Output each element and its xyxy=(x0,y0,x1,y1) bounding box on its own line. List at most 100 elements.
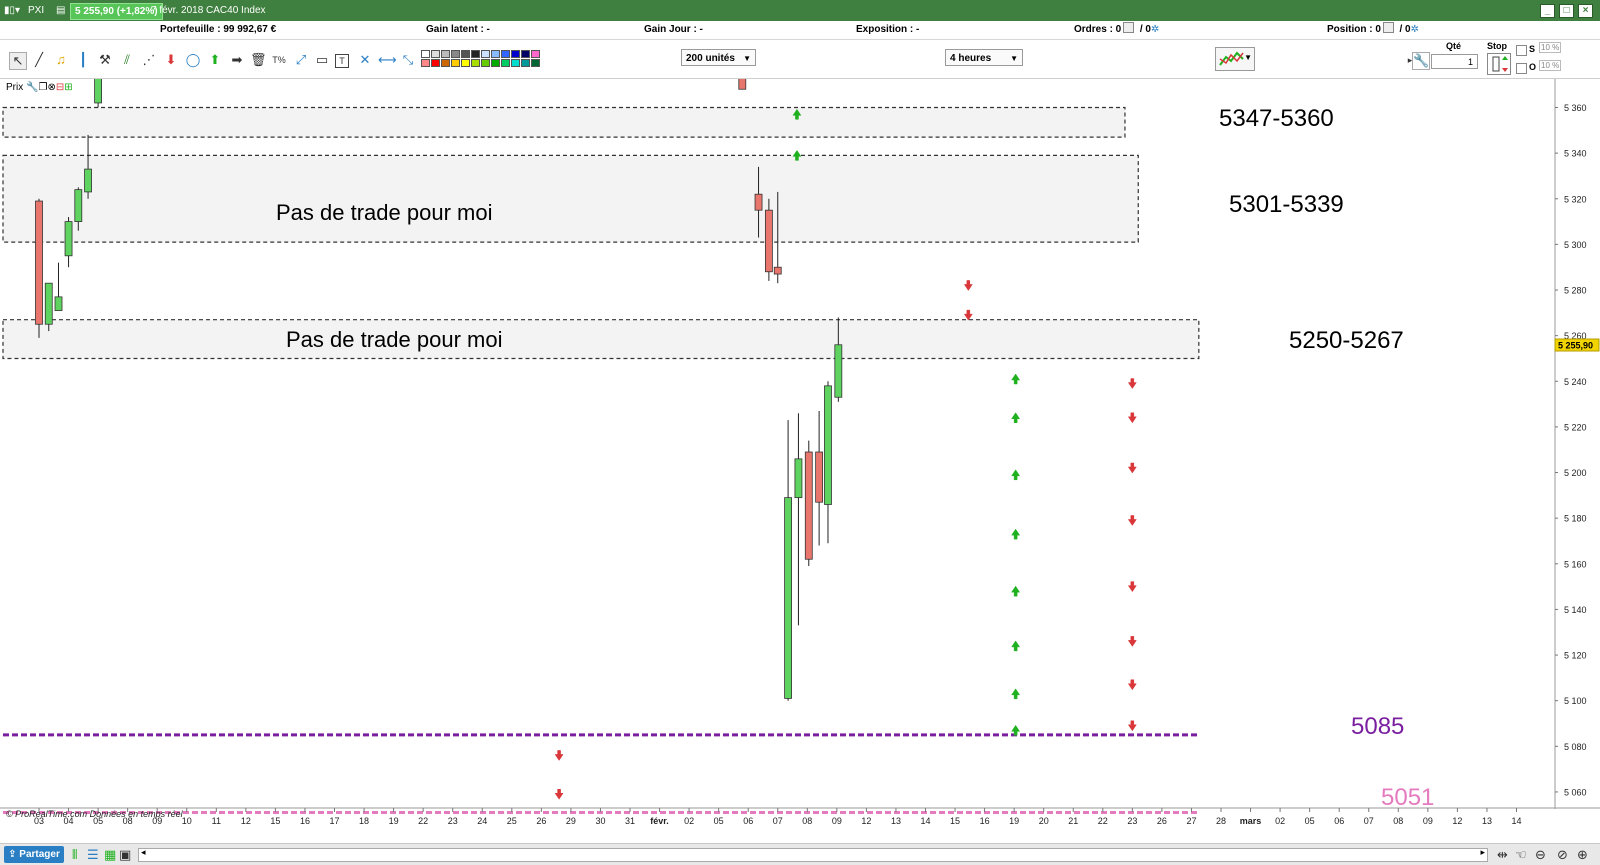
percent-tool-icon[interactable]: T% xyxy=(271,52,287,68)
wrench-icon[interactable]: 🔧 xyxy=(1412,52,1430,70)
candle[interactable] xyxy=(794,458,803,499)
rectangle-icon[interactable]: ▭ xyxy=(314,52,330,68)
alert-bell-icon[interactable]: ♫ xyxy=(53,52,69,68)
buy-arrow-icon[interactable] xyxy=(1011,412,1021,424)
position-settings-icon[interactable]: ✲ xyxy=(1411,24,1419,35)
color-swatch[interactable] xyxy=(481,50,490,58)
s-checkbox[interactable] xyxy=(1516,45,1527,56)
sell-arrow-icon[interactable] xyxy=(1127,679,1137,691)
text-tool-icon[interactable]: T xyxy=(335,54,349,68)
wrench-icon[interactable]: 🔧 xyxy=(26,82,38,93)
buy-arrow-icon[interactable] xyxy=(1011,688,1021,700)
stop-order-button[interactable] xyxy=(1487,53,1511,75)
candle[interactable] xyxy=(84,168,92,193)
orders-settings-icon[interactable]: ✲ xyxy=(1151,24,1159,35)
close-icon[interactable]: ⊗ xyxy=(47,82,55,93)
color-swatch[interactable] xyxy=(501,59,510,67)
fit-icon[interactable]: ⇹ xyxy=(1497,846,1508,863)
zoom-fit-icon[interactable]: ⊘ xyxy=(1557,846,1568,863)
sell-arrow-icon[interactable] xyxy=(1127,462,1137,474)
color-swatch[interactable] xyxy=(491,59,500,67)
buy-icon[interactable]: ⊞ xyxy=(64,82,72,93)
calendar-icon[interactable]: ▣ xyxy=(119,846,131,863)
color-swatch[interactable] xyxy=(451,50,460,58)
segment-icon[interactable]: ⤢ xyxy=(293,52,309,68)
window-icon[interactable]: ▮▯▾ xyxy=(4,0,20,21)
s-percent[interactable]: 10 % xyxy=(1539,42,1562,53)
color-swatch[interactable] xyxy=(531,50,540,58)
color-swatch[interactable] xyxy=(421,59,430,67)
buy-arrow-icon[interactable] xyxy=(1011,373,1021,385)
color-swatch[interactable] xyxy=(511,59,520,67)
color-swatch[interactable] xyxy=(471,50,480,58)
color-swatch[interactable] xyxy=(511,50,520,58)
sell-arrow-icon[interactable]: ⬇ xyxy=(163,52,179,68)
candle[interactable] xyxy=(764,209,773,273)
close-icon[interactable]: × xyxy=(1578,4,1593,18)
list-icon[interactable]: ▤ xyxy=(56,0,65,21)
timeframe-select[interactable]: 4 heures ▼ xyxy=(945,49,1023,66)
candle[interactable] xyxy=(738,79,747,90)
sell-arrow-icon[interactable] xyxy=(1127,720,1137,732)
orders-icon[interactable] xyxy=(1123,22,1135,33)
color-swatch[interactable] xyxy=(441,59,450,67)
minimize-icon[interactable]: _ xyxy=(1540,4,1555,18)
chart-list-icon[interactable]: ☰ xyxy=(87,846,99,863)
add-chart-icon[interactable]: ▦ xyxy=(104,846,116,863)
buy-arrow-icon[interactable] xyxy=(1011,640,1021,652)
candle[interactable] xyxy=(834,344,843,398)
candle[interactable] xyxy=(54,296,63,311)
sell-arrow-icon[interactable] xyxy=(963,280,973,291)
indicator-icon[interactable]: ⫴ xyxy=(72,846,77,863)
candle[interactable] xyxy=(74,189,83,222)
instrument-name[interactable]: PXI xyxy=(28,0,44,21)
o-checkbox[interactable] xyxy=(1516,63,1527,74)
candle[interactable] xyxy=(784,497,792,699)
candle[interactable] xyxy=(35,200,43,325)
candle[interactable] xyxy=(815,451,824,503)
candle[interactable] xyxy=(804,451,813,560)
support-zone-2[interactable] xyxy=(2,154,1139,243)
candle[interactable] xyxy=(64,221,73,257)
brush-icon[interactable]: ⚒ xyxy=(97,52,113,68)
buy-arrow-icon[interactable] xyxy=(1011,585,1021,597)
color-swatch[interactable] xyxy=(491,50,500,58)
candle[interactable] xyxy=(773,266,782,275)
cursor-icon[interactable]: ↖ xyxy=(9,52,27,70)
share-button[interactable]: ⇪ Partager xyxy=(4,846,64,863)
measure-icon[interactable]: ⤡ xyxy=(400,52,416,68)
support-zone-3[interactable] xyxy=(2,319,1200,360)
color-swatch[interactable] xyxy=(471,59,480,67)
horizontal-line-icon[interactable]: ⟷ xyxy=(378,52,397,68)
buy-arrow-icon[interactable]: ⬆ xyxy=(207,52,223,68)
color-swatch[interactable] xyxy=(481,59,490,67)
sell-arrow-icon[interactable] xyxy=(1127,515,1137,526)
color-swatch[interactable] xyxy=(531,59,540,67)
zoom-out-icon[interactable]: ⊖ xyxy=(1535,846,1546,863)
price-chart[interactable]: 5 060 5 080 5 100 5 120 5 140 5 160 5 180 5 200… xyxy=(0,79,1600,837)
sell-arrow-icon[interactable] xyxy=(1127,581,1137,593)
channel-icon[interactable]: ⫽ xyxy=(119,52,135,68)
color-swatch[interactable] xyxy=(451,59,460,67)
maximize-icon[interactable]: □ xyxy=(1559,4,1574,18)
color-swatch[interactable] xyxy=(431,50,440,58)
sell-arrow-icon[interactable] xyxy=(1127,378,1137,390)
sell-arrow-icon[interactable] xyxy=(1127,636,1137,647)
sell-arrow-icon[interactable] xyxy=(554,750,564,761)
candle[interactable] xyxy=(94,79,102,104)
scroll-left-icon[interactable]: ◂ xyxy=(141,847,146,858)
vertical-line-icon[interactable]: ┃ xyxy=(75,52,91,68)
zoom-in-icon[interactable]: ⊕ xyxy=(1577,846,1588,863)
sell-icon[interactable]: ⊟ xyxy=(56,82,64,93)
support-zone-1[interactable] xyxy=(2,106,1126,138)
color-swatch[interactable] xyxy=(461,50,470,58)
ellipse-icon[interactable]: ◯ xyxy=(185,52,201,68)
cross-line-icon[interactable]: ✕ xyxy=(357,52,373,68)
units-select[interactable]: 200 unités ▼ xyxy=(681,49,756,66)
scroll-right-icon[interactable]: ▸ xyxy=(1480,847,1485,858)
o-percent[interactable]: 10 % xyxy=(1539,60,1562,71)
color-swatch[interactable] xyxy=(521,50,530,58)
candle[interactable] xyxy=(754,193,763,211)
horizontal-scrollbar[interactable]: ◂ ▸ xyxy=(138,847,1488,862)
sell-arrow-icon[interactable] xyxy=(963,309,973,321)
